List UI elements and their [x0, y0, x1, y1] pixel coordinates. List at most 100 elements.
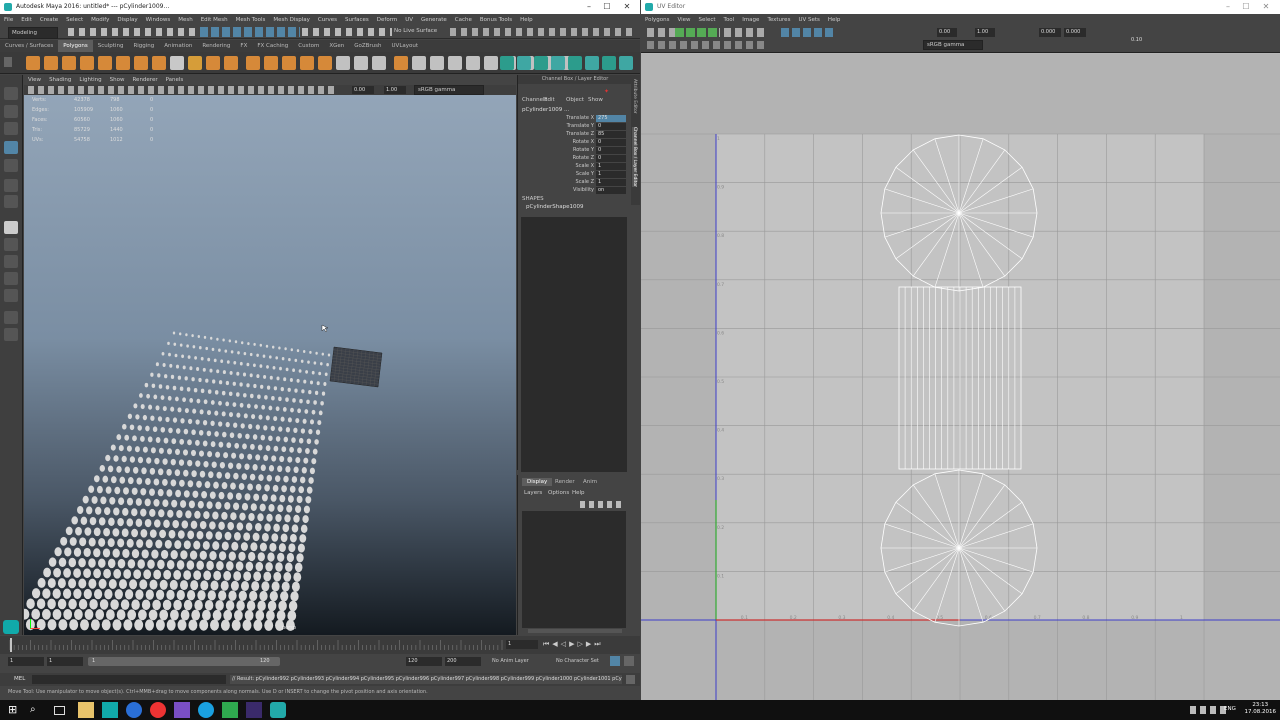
cylinder-instance[interactable]	[248, 551, 256, 562]
uv-side-shell[interactable]	[898, 286, 1022, 470]
layout-custom-icon[interactable]	[4, 311, 18, 324]
cylinder-instance[interactable]	[234, 340, 238, 344]
cylinder-instance[interactable]	[123, 487, 129, 495]
cylinder-instance[interactable]	[126, 445, 132, 452]
cylinder-instance[interactable]	[42, 588, 51, 599]
cylinder-instance[interactable]	[283, 436, 289, 443]
close-icon[interactable]: ✕	[618, 0, 636, 14]
cylinder-instance[interactable]	[108, 517, 115, 526]
cylinder-instance[interactable]	[233, 361, 237, 365]
cylinder-instance[interactable]	[313, 400, 317, 405]
language-indicator[interactable]: ENG	[1224, 706, 1236, 712]
shelf-tool-icon[interactable]	[152, 56, 166, 70]
cylinder-instance[interactable]	[69, 619, 79, 631]
cylinder-instance[interactable]	[196, 367, 200, 371]
cylinder-instance[interactable]	[175, 448, 180, 456]
shelf-tool-icon[interactable]	[394, 56, 408, 70]
cylinder-instance[interactable]	[245, 522, 253, 531]
cylinder-instance[interactable]	[157, 468, 164, 476]
cylinder-instance[interactable]	[208, 471, 214, 479]
cylinder-instance[interactable]	[245, 561, 254, 572]
cylinder-instance[interactable]	[253, 383, 257, 389]
render-tools-icons[interactable]	[450, 28, 636, 36]
cylinder-instance[interactable]	[263, 454, 269, 462]
cylinder-instance[interactable]	[80, 516, 88, 525]
cylinder-instance[interactable]	[54, 547, 62, 557]
cylinder-instance[interactable]	[297, 408, 301, 414]
cylinder-instance[interactable]	[211, 347, 215, 352]
cylinder-instance[interactable]	[281, 485, 287, 493]
pin-icon[interactable]: ✦	[604, 88, 609, 95]
cylinder-instance[interactable]	[200, 388, 205, 394]
cylinder-instance[interactable]	[230, 580, 239, 591]
layout-two-icon[interactable]	[4, 255, 18, 268]
layer-scrollbar[interactable]	[528, 629, 622, 633]
cylinder-instance[interactable]	[57, 578, 66, 589]
cylinder-instance[interactable]	[287, 387, 291, 392]
cylinder-instance[interactable]	[90, 619, 100, 631]
cylinder-instance[interactable]	[278, 426, 283, 432]
cylinder-instance[interactable]	[155, 619, 165, 631]
move-tool-icon[interactable]	[4, 141, 18, 154]
menu-edit-mesh[interactable]: Edit Mesh	[201, 17, 228, 23]
cylinder-instance[interactable]	[162, 478, 168, 486]
cylinder-instance[interactable]	[291, 581, 300, 592]
cylinder-instance[interactable]	[126, 538, 134, 548]
cylinder-instance[interactable]	[252, 532, 260, 542]
cylinder-instance[interactable]	[311, 370, 315, 375]
maximize-icon[interactable]: ☐	[598, 0, 616, 14]
cylinder-instance[interactable]	[215, 501, 222, 510]
cylinder-instance[interactable]	[185, 510, 192, 519]
shelf-settings-icon[interactable]	[4, 57, 12, 67]
cylinder-instance[interactable]	[242, 372, 247, 377]
chrome-icon[interactable]	[150, 702, 166, 718]
cylinder-instance[interactable]	[104, 507, 111, 516]
cylinder-instance[interactable]	[283, 377, 287, 382]
select-tool-icon[interactable]	[4, 87, 18, 100]
cylinder-instance[interactable]	[257, 513, 264, 522]
shelf-tab-polygons[interactable]: Polygons	[58, 40, 93, 52]
cylinder-instance[interactable]	[280, 591, 289, 602]
cylinder-instance[interactable]	[274, 475, 281, 483]
viewport-menu-lighting[interactable]: Lighting	[79, 77, 101, 83]
cylinder-instance[interactable]	[103, 527, 111, 537]
cylinder-instance[interactable]	[71, 516, 79, 525]
cylinder-instance[interactable]	[224, 531, 232, 541]
cylinder-instance[interactable]	[226, 561, 234, 571]
cylinder-instance[interactable]	[291, 437, 296, 443]
layer-tab-display[interactable]: Display	[522, 478, 553, 486]
cylinder-instance[interactable]	[214, 390, 219, 395]
cylinder-instance[interactable]	[257, 394, 261, 399]
uv-transform-tools[interactable]	[647, 41, 767, 49]
cylinder-instance[interactable]	[209, 521, 216, 530]
menu-surfaces[interactable]: Surfaces	[345, 17, 369, 23]
cylinder-instance[interactable]	[187, 480, 194, 488]
cylinder-instance[interactable]	[110, 444, 116, 451]
cylinder-instance[interactable]	[157, 416, 163, 422]
cylinder-instance[interactable]	[220, 580, 229, 591]
uv-color-space-dropdown[interactable]: sRGB gamma	[923, 40, 983, 50]
cylinder-instance[interactable]	[133, 569, 142, 580]
cylinder-instance[interactable]	[257, 444, 263, 451]
cylinder-instance[interactable]	[132, 466, 139, 474]
cylinder-instance[interactable]	[193, 570, 202, 581]
cylinder-instance[interactable]	[278, 600, 287, 612]
minimize-icon[interactable]: –	[580, 0, 598, 14]
cylinder-instance[interactable]	[181, 354, 185, 359]
cylinder-instance[interactable]	[194, 599, 203, 611]
cylinder-instance[interactable]	[273, 416, 278, 422]
uv-bottom-cap-shell[interactable]	[880, 469, 1038, 627]
attr-value[interactable]: 1	[596, 163, 626, 170]
cylinder-instance[interactable]	[214, 410, 219, 416]
cylinder-instance[interactable]	[323, 382, 327, 386]
cylinder-instance[interactable]	[140, 404, 145, 410]
cylinder-instance[interactable]	[139, 393, 143, 398]
cylinder-instance[interactable]	[286, 552, 295, 563]
shelf-tool-icon[interactable]	[188, 56, 202, 70]
cylinder-instance[interactable]	[276, 610, 286, 622]
shelf-tab-gozbrush[interactable]: GoZBrush	[349, 40, 386, 52]
cylinder-instance[interactable]	[170, 374, 175, 379]
cylinder-instance[interactable]	[248, 513, 255, 521]
cylinder-instance[interactable]	[253, 493, 260, 501]
cylinder-instance[interactable]	[249, 473, 256, 481]
